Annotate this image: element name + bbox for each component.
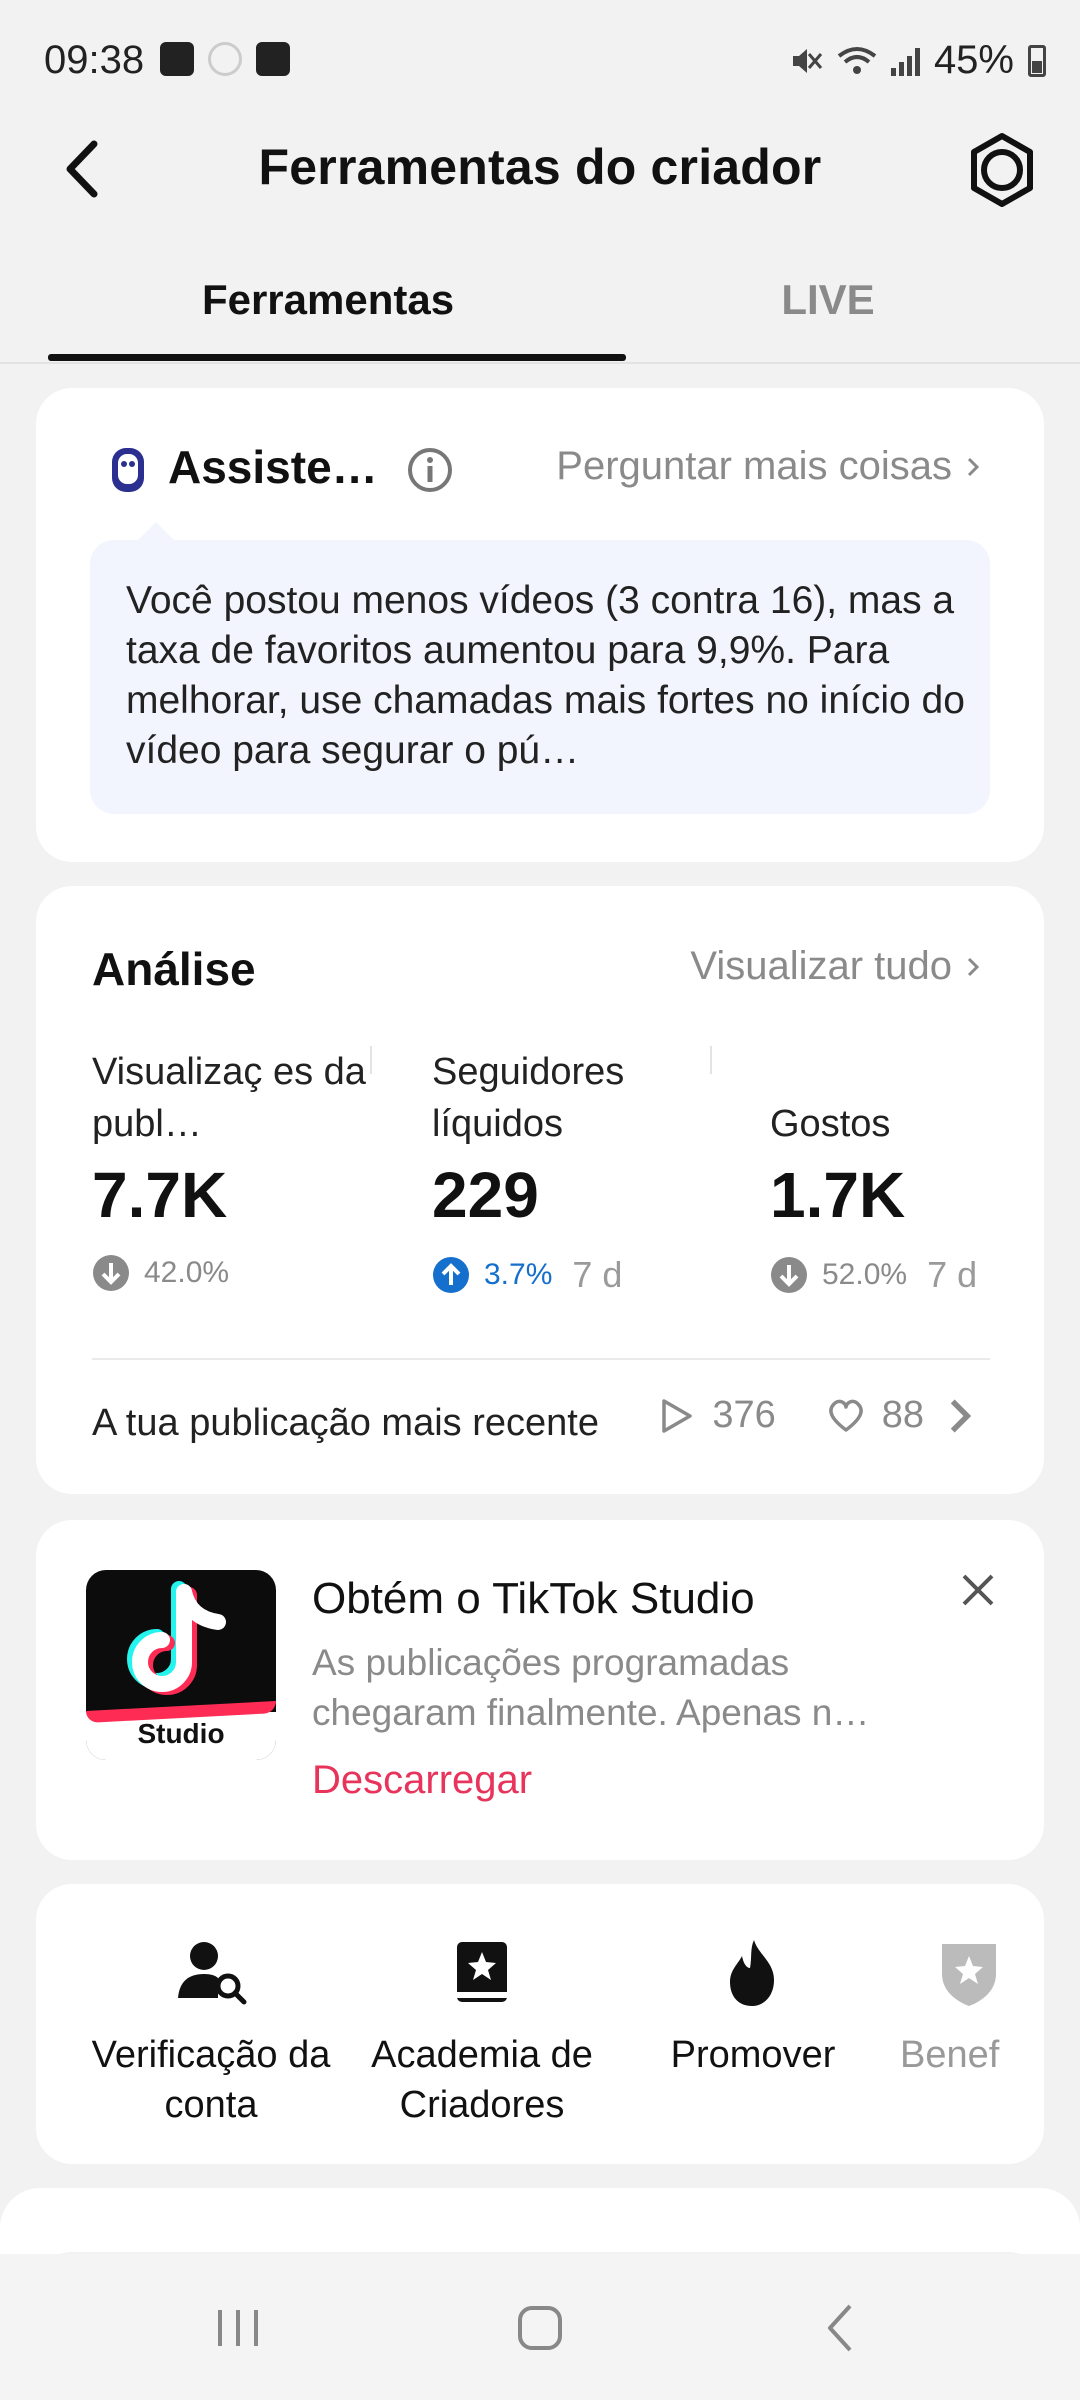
assistant-message: Você postou menos vídeos (3 contra 16), …: [126, 579, 965, 772]
metric-change: 42.0%: [92, 1254, 392, 1292]
metric-change: 52.0% 7 d: [770, 1254, 1070, 1296]
heart-icon: [828, 1399, 863, 1432]
tab-live[interactable]: LIVE: [548, 276, 1080, 324]
tool-creator-academy[interactable]: Academia de Criadores: [347, 1936, 617, 2130]
arrow-up-circle-icon: [433, 1257, 469, 1293]
studio-title: Obtém o TikTok Studio: [312, 1574, 755, 1623]
studio-description: As publicações programadas chegaram fina…: [312, 1642, 870, 1733]
assistant-message-bubble[interactable]: Você postou menos vídeos (3 contra 16), …: [90, 522, 990, 814]
metric-change: 3.7% 7 d: [432, 1254, 732, 1296]
chevron-right-icon: [967, 457, 980, 476]
ask-more-link[interactable]: Perguntar mais coisas: [556, 444, 980, 489]
studio-logo-label: Studio: [137, 1718, 225, 1749]
flame-icon: [730, 1940, 774, 2006]
status-bar: 09:38 45%: [0, 0, 1080, 120]
recent-views: 376: [712, 1394, 776, 1436]
tab-bar: Ferramentas LIVE: [0, 256, 1080, 364]
metric-change-value: 3.7%: [484, 1258, 553, 1291]
tool-label: Benef: [900, 2034, 1000, 2076]
tool-account-verification[interactable]: Verificação da conta: [76, 1936, 346, 2130]
ask-more-label: Perguntar mais coisas: [556, 444, 952, 488]
mute-icon: [792, 48, 823, 73]
metric-change-value: 52.0%: [822, 1258, 908, 1291]
metric-label: Gostos: [770, 1103, 891, 1145]
gear-icon: [971, 133, 1033, 207]
tab-ferramentas[interactable]: Ferramentas: [48, 276, 608, 324]
metric-followers[interactable]: Seguidores líquidos 229 3.7% 7 d: [432, 1046, 732, 1296]
battery-percent: 45%: [933, 38, 1014, 82]
metric-views[interactable]: Visualizaç es da publ… 7.7K 42.0%: [92, 1046, 392, 1292]
metric-label: Seguidores líquidos: [432, 1051, 625, 1145]
tool-label: Promover: [670, 2034, 836, 2076]
metric-value: 7.7K: [92, 1159, 228, 1231]
recent-apps-icon[interactable]: [208, 2298, 268, 2358]
chevron-right-icon: [967, 957, 980, 976]
account-check-icon: [178, 1942, 247, 2005]
studio-promo-card: Studio Obtém o TikTok Studio As publicaç…: [36, 1520, 1044, 1860]
tiktok-note-icon: [127, 1581, 226, 1695]
play-icon: [662, 1398, 693, 1433]
metric-likes[interactable]: Gostos 1.7K 52.0% 7 d: [770, 1046, 1070, 1296]
analytics-card: Análise Visualizar tudo Visualizaç es da…: [36, 886, 1044, 1494]
system-back-icon[interactable]: [812, 2298, 872, 2358]
view-all-label: Visualizar tudo: [690, 944, 952, 988]
academy-book-icon: [457, 1942, 507, 2002]
signal-icon: [890, 46, 920, 76]
page-title: Ferramentas do criador: [258, 139, 822, 195]
metric-value: 229: [432, 1159, 539, 1231]
tool-promote[interactable]: Promover: [618, 1936, 888, 2080]
chevron-right-icon: [950, 1399, 972, 1432]
image-icon: [160, 42, 194, 76]
metric-value: 1.7K: [770, 1159, 906, 1231]
divider: [92, 1358, 990, 1360]
home-icon[interactable]: [510, 2298, 570, 2358]
tool-label: Verificação da conta: [91, 2034, 331, 2126]
recent-post-stats[interactable]: 376 88: [656, 1394, 980, 1437]
tool-label: Academia de Criadores: [371, 2034, 593, 2126]
metric-period: 7 d: [927, 1254, 978, 1295]
wifi-icon: [837, 46, 877, 74]
tools-card: Verificação da conta Academia de Criador…: [36, 1884, 1044, 2164]
settings-button[interactable]: [964, 132, 1040, 208]
metric-change-value: 42.0%: [144, 1256, 230, 1289]
active-tab-indicator: [48, 354, 626, 361]
metric-label: Visualizaç es da publ…: [92, 1051, 366, 1145]
notification-icons: [160, 42, 290, 76]
arrow-down-circle-icon: [93, 1255, 129, 1291]
battery-icon: [1028, 44, 1046, 77]
assistant-title: Assiste…: [168, 441, 378, 493]
circle-icon: [208, 42, 242, 76]
app-header: Ferramentas do criador: [0, 120, 1080, 220]
arrow-down-circle-icon: [771, 1257, 807, 1293]
metric-separator: [370, 1046, 372, 1074]
system-nav-bar: [0, 2254, 1080, 2400]
status-time: 09:38: [44, 38, 145, 82]
shield-star-icon: [942, 1944, 996, 2006]
recent-post-label[interactable]: A tua publicação mais recente: [92, 1402, 599, 1445]
view-all-link[interactable]: Visualizar tudo: [690, 944, 980, 989]
tool-benefits[interactable]: Benef: [892, 1936, 1044, 2080]
close-icon[interactable]: [958, 1570, 998, 1610]
assistant-logo-icon: [112, 448, 144, 492]
analytics-title: Análise: [92, 943, 256, 995]
metric-separator: [710, 1046, 712, 1074]
tiktok-studio-logo: Studio: [86, 1570, 276, 1760]
metric-period: 7 d: [572, 1254, 623, 1295]
info-icon[interactable]: [406, 446, 454, 494]
voicemail-icon: [256, 42, 290, 76]
recent-likes: 88: [881, 1394, 924, 1436]
assistant-card: Assiste… Perguntar mais coisas Você post…: [36, 388, 1044, 862]
download-button[interactable]: Descarregar: [312, 1758, 532, 1803]
system-icons: 45%: [789, 38, 1046, 83]
